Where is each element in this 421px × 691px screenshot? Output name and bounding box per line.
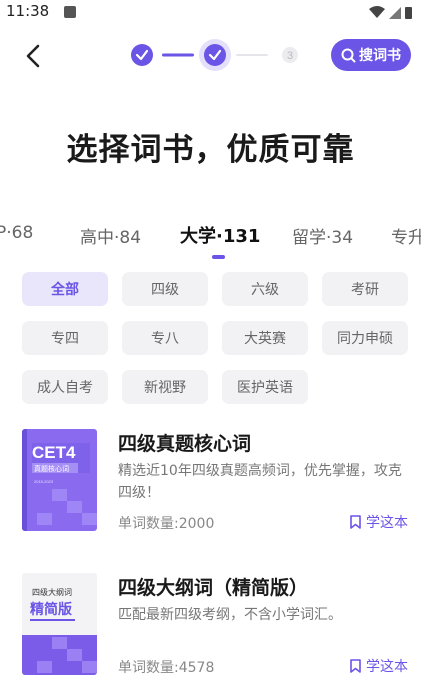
status-bar: 11:38 xyxy=(0,0,421,24)
progress-stepper: 3 xyxy=(131,39,298,71)
chip-medical-english[interactable]: 医护英语 xyxy=(222,370,308,404)
signal-battery-icons xyxy=(369,6,412,19)
wifi-icon xyxy=(369,6,385,18)
word-count: 单词数量:2000 xyxy=(118,516,215,532)
book-description: 匹配最新四级考纲，不含小学词汇。 xyxy=(118,607,342,623)
chip-english-contest[interactable]: 大英赛 xyxy=(222,321,308,355)
chip-new-horizon[interactable]: 新视野 xyxy=(122,370,208,404)
learn-this-book-button[interactable]: 学这本 xyxy=(349,656,408,676)
book-description: 精选近10年四级真题高频词，优先掌握，攻克四级！ xyxy=(118,463,402,501)
step-2-check-icon xyxy=(204,44,226,66)
search-button-label: 搜词书 xyxy=(359,48,401,64)
book-title: 四级真题核心词 xyxy=(118,433,252,455)
search-icon xyxy=(341,48,356,62)
chip-tem8[interactable]: 专八 xyxy=(122,321,208,355)
svg-text:四级大纲词: 四级大纲词 xyxy=(32,587,72,597)
back-arrow-icon[interactable] xyxy=(20,40,48,72)
learn-this-book-button[interactable]: 学这本 xyxy=(349,512,408,532)
tab-category-university[interactable]: 大学·131 xyxy=(180,222,260,248)
chip-cet4[interactable]: 四级 xyxy=(122,272,208,306)
active-tab-indicator xyxy=(212,255,225,259)
svg-text:真题核心词: 真题核心词 xyxy=(34,464,69,473)
step-connector-pending xyxy=(236,54,268,56)
chip-tem4[interactable]: 专四 xyxy=(22,321,108,355)
tab-category-1[interactable]: P·68 xyxy=(0,223,33,243)
book-cover: 四级大纲词 精简版 xyxy=(22,573,97,675)
learn-button-label: 学这本 xyxy=(366,659,408,675)
word-count: 单词数量:4578 xyxy=(118,660,215,676)
chip-adult-exam[interactable]: 成人自考 xyxy=(22,370,108,404)
learn-button-label: 学这本 xyxy=(366,515,408,531)
page-title: 选择词书，优质可靠 xyxy=(66,132,355,168)
signal-icon xyxy=(389,7,401,19)
chip-all[interactable]: 全部 xyxy=(22,272,108,306)
category-tabs: P·68 高中·84 大学·131 留学·34 专升 xyxy=(0,220,421,264)
status-time: 11:38 xyxy=(6,2,50,20)
tab-category-upgrade[interactable]: 专升 xyxy=(391,223,421,248)
book-title: 四级大纲词（精简版） xyxy=(118,577,309,599)
chip-postgraduate[interactable]: 考研 xyxy=(322,272,408,306)
search-wordbook-button[interactable]: 搜词书 xyxy=(331,39,411,71)
book-item[interactable]: 四级大纲词 精简版 四级大纲词（精简版） 匹配最新四级考纲，不含小学词汇。 单词… xyxy=(22,573,412,683)
tab-category-study-abroad[interactable]: 留学·34 xyxy=(292,223,353,248)
step-1-check-icon xyxy=(131,44,153,66)
svg-text:精简版: 精简版 xyxy=(30,601,72,618)
chip-equivalent-master[interactable]: 同力申硕 xyxy=(322,321,408,355)
step-connector-done xyxy=(162,53,194,57)
step-3-number: 3 xyxy=(287,50,293,62)
svg-text:2015-2023: 2015-2023 xyxy=(34,479,54,484)
book-item[interactable]: CET4 真题核心词 2015-2023 四级真题核心词 精选近10年四级真题高… xyxy=(22,429,412,539)
app-notification-icon xyxy=(64,6,76,18)
chip-cet6[interactable]: 六级 xyxy=(222,272,308,306)
book-cover: CET4 真题核心词 2015-2023 xyxy=(22,429,97,531)
battery-icon xyxy=(405,7,412,19)
bookmark-icon xyxy=(350,659,361,673)
svg-text:CET4: CET4 xyxy=(32,443,76,462)
tab-category-high-school[interactable]: 高中·84 xyxy=(80,223,141,248)
bookmark-icon xyxy=(350,515,361,529)
